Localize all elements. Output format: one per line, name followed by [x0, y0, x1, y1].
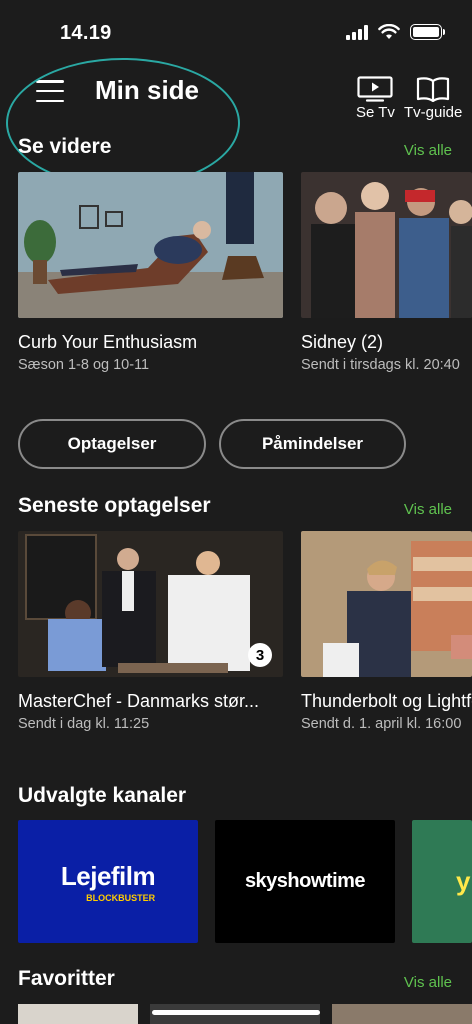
- section-title-continue-watching: Se videre: [18, 135, 112, 158]
- battery-icon: [410, 24, 445, 40]
- favorite-card[interactable]: [18, 1004, 138, 1024]
- masterchef-thumbnail: 3: [18, 531, 283, 677]
- reminders-button[interactable]: Påmindelser: [219, 419, 406, 469]
- section-title-recent-recordings: Seneste optagelser: [18, 494, 211, 517]
- card-title: Curb Your Enthusiasm: [18, 332, 198, 352]
- home-indicator: [152, 1010, 320, 1015]
- tv-guide-button[interactable]: Tv-guide: [404, 76, 462, 121]
- status-bar: 14.19: [0, 0, 472, 60]
- channel-name: y: [456, 866, 471, 896]
- recordings-button[interactable]: Optagelser: [18, 419, 206, 469]
- wifi-icon: [378, 24, 400, 39]
- card-subtitle: Sæson 1-8 og 10-11: [18, 357, 150, 373]
- card-title: Thunderbolt og Lightfoot: [301, 691, 472, 711]
- app-header: Min side Se Tv Tv-guide: [0, 64, 472, 124]
- favorite-card[interactable]: [332, 1004, 472, 1024]
- thunderbolt-thumbnail: [301, 531, 472, 677]
- card-subtitle: Sendt d. 1. april kl. 16:00: [301, 716, 462, 732]
- channel-tile[interactable]: y: [412, 820, 472, 943]
- cellular-signal-icon: [346, 24, 368, 40]
- channel-lejefilm-tile[interactable]: Lejefilm BLOCKBUSTER: [18, 820, 198, 943]
- continue-watching-card[interactable]: Curb Your Enthusiasm Sæson 1-8 og 10-11: [18, 172, 283, 373]
- channel-skyshowtime-tile[interactable]: skyshowtime: [215, 820, 395, 943]
- section-title-favorites: Favoritter: [18, 967, 115, 990]
- status-icons: [346, 24, 445, 40]
- recording-card[interactable]: 3 MasterChef - Danmarks stør... Sendt i …: [18, 531, 283, 732]
- book-icon: [417, 77, 450, 102]
- card-title: MasterChef - Danmarks stør...: [18, 691, 260, 711]
- sidney-thumbnail: [301, 172, 472, 318]
- se-tv-label: Se Tv: [356, 104, 395, 121]
- card-subtitle: Sendt i tirsdags kl. 20:40: [301, 357, 460, 373]
- status-time: 14.19: [60, 22, 112, 44]
- page-title: Min side: [95, 75, 200, 105]
- recording-card[interactable]: Thunderbolt og Lightfoot Sendt d. 1. apr…: [301, 531, 472, 732]
- card-subtitle: Sendt i dag kl. 11:25: [18, 716, 150, 732]
- curb-thumbnail: [18, 172, 283, 318]
- tv-play-icon: [357, 76, 394, 102]
- channel-badge: 3: [248, 643, 272, 667]
- menu-icon[interactable]: [36, 80, 64, 102]
- channel-name: skyshowtime: [244, 870, 366, 892]
- se-tv-button[interactable]: Se Tv: [356, 76, 395, 121]
- continue-watching-card[interactable]: Sidney (2) Sendt i tirsdags kl. 20:40: [301, 172, 472, 373]
- section-title-channels: Udvalgte kanaler: [18, 784, 187, 807]
- see-all-recordings-link[interactable]: Vis alle: [404, 501, 452, 518]
- see-all-continue-watching-link[interactable]: Vis alle: [404, 142, 452, 159]
- tv-guide-label: Tv-guide: [404, 104, 463, 121]
- channel-name: Lejefilm: [60, 860, 156, 891]
- see-all-favorites-link[interactable]: Vis alle: [404, 974, 452, 991]
- channel-subname: BLOCKBUSTER: [86, 892, 156, 903]
- card-title: Sidney (2): [301, 332, 384, 352]
